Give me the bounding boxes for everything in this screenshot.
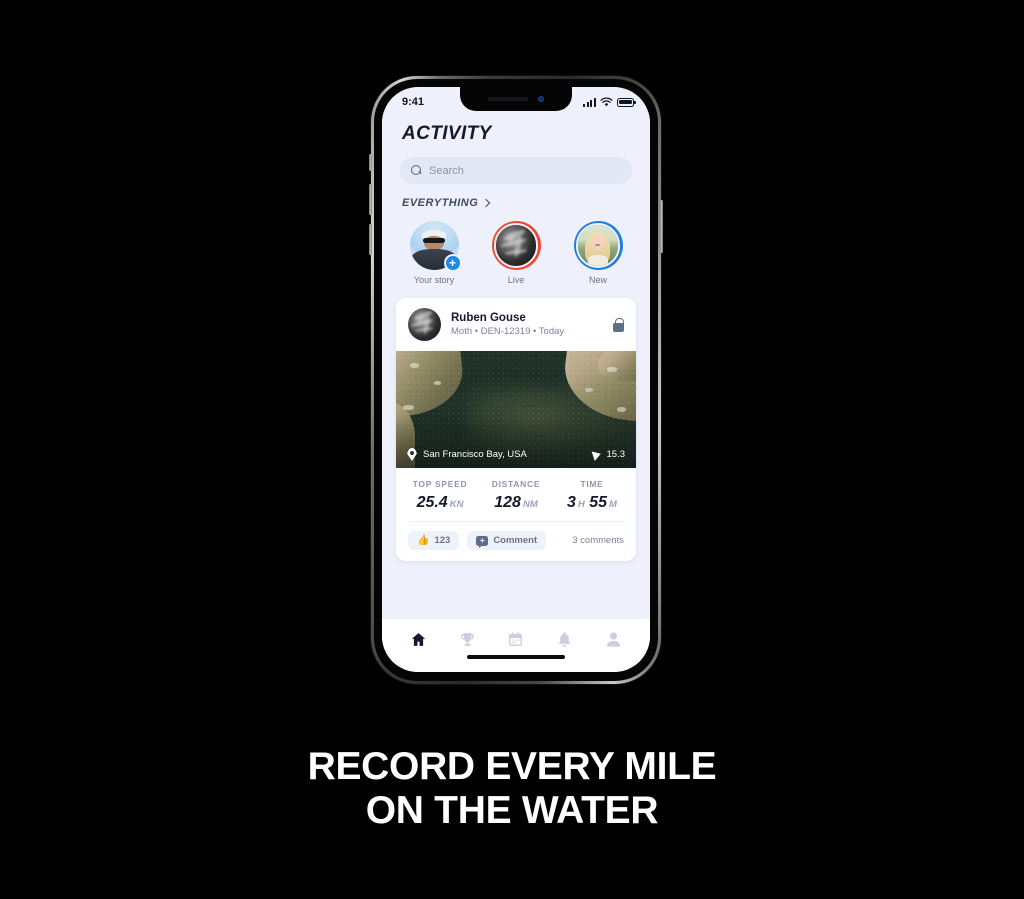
person-icon bbox=[607, 631, 620, 647]
volume-down-button[interactable] bbox=[369, 224, 372, 255]
stories-row: + Your story Live New bbox=[382, 209, 650, 285]
cellular-bars-icon bbox=[583, 97, 596, 107]
poster-headline: RECORD EVERY MILE ON THE WATER bbox=[0, 745, 1024, 832]
stat-distance: DISTANCE 128 NM bbox=[478, 479, 554, 512]
phone-bezel: 9:41 ACTIVITY Search EVERYTHING + Your s… bbox=[374, 79, 658, 681]
calendar-icon bbox=[509, 631, 523, 646]
stat-unit-minutes: M bbox=[609, 499, 617, 510]
stat-top-speed: TOP SPEED 25.4 KN bbox=[402, 479, 478, 512]
power-button[interactable] bbox=[660, 200, 663, 253]
home-indicator[interactable] bbox=[382, 655, 650, 672]
phone-screen: 9:41 ACTIVITY Search EVERYTHING + Your s… bbox=[382, 87, 650, 672]
stat-time: TIME 3H 55 M bbox=[554, 479, 630, 512]
stat-label: TIME bbox=[580, 479, 604, 489]
headline-line-1: RECORD EVERY MILE bbox=[307, 745, 717, 788]
search-icon bbox=[411, 165, 422, 176]
trophy-icon bbox=[460, 632, 474, 646]
comments-count[interactable]: 3 comments bbox=[572, 535, 624, 546]
story-label: Your story bbox=[413, 275, 455, 285]
post-meta: Moth • DEN-12319 • Today bbox=[451, 326, 565, 337]
tab-notifications[interactable] bbox=[554, 629, 576, 649]
bell-icon bbox=[559, 631, 571, 647]
stat-unit-hours: H bbox=[577, 499, 585, 510]
comment-bubble-icon: + bbox=[476, 535, 489, 549]
search-input[interactable]: Search bbox=[400, 157, 632, 184]
story-ring: + bbox=[409, 221, 462, 272]
map-overlay-bar: San Francisco Bay, USA 15.3 bbox=[396, 448, 636, 461]
story-item-new[interactable]: New bbox=[570, 221, 626, 285]
sail-triangle-icon bbox=[591, 448, 602, 461]
section-header-everything[interactable]: EVERYTHING bbox=[382, 184, 650, 209]
tab-trophy[interactable] bbox=[456, 629, 478, 649]
map-speed-value: 15.3 bbox=[606, 449, 626, 460]
post-author-name: Ruben Gouse bbox=[451, 312, 526, 324]
page-title: ACTIVITY bbox=[402, 123, 492, 144]
stat-unit: KN bbox=[449, 499, 464, 510]
story-label: New bbox=[588, 275, 607, 285]
mute-switch[interactable] bbox=[369, 154, 372, 171]
comment-label: Comment bbox=[493, 535, 538, 546]
lock-icon bbox=[613, 317, 624, 332]
avatar bbox=[575, 223, 621, 268]
phone-mockup: 9:41 ACTIVITY Search EVERYTHING + Your s… bbox=[369, 76, 663, 684]
post-author-block: Ruben Gouse Moth • DEN-12319 • Today bbox=[451, 312, 603, 337]
stat-value-minutes: 55 bbox=[589, 494, 608, 511]
status-bar: 9:41 bbox=[382, 87, 650, 113]
status-indicators bbox=[583, 97, 636, 107]
map-location-label: San Francisco Bay, USA bbox=[423, 449, 527, 460]
home-icon bbox=[411, 632, 426, 646]
post-header: Ruben Gouse Moth • DEN-12319 • Today bbox=[396, 298, 636, 351]
stat-unit: NM bbox=[522, 499, 538, 510]
app-content: ACTIVITY Search EVERYTHING + Your story … bbox=[382, 113, 650, 672]
story-label: Live bbox=[507, 275, 525, 285]
tab-home[interactable] bbox=[407, 629, 429, 649]
story-ring bbox=[491, 221, 541, 270]
stat-value-hours: 3 bbox=[567, 494, 576, 511]
story-item-live[interactable]: Live bbox=[488, 221, 544, 285]
tab-calendar[interactable] bbox=[505, 629, 527, 649]
bottom-tab-bar bbox=[382, 619, 650, 655]
stat-label: TOP SPEED bbox=[412, 479, 468, 489]
activity-post-card[interactable]: Ruben Gouse Moth • DEN-12319 • Today San… bbox=[396, 298, 636, 561]
map-pin-icon bbox=[407, 448, 417, 461]
poster-canvas: 9:41 ACTIVITY Search EVERYTHING + Your s… bbox=[0, 0, 1024, 899]
add-story-badge[interactable]: + bbox=[443, 254, 462, 272]
headline-line-2: ON THE WATER bbox=[365, 788, 659, 832]
comment-button[interactable]: + Comment bbox=[467, 531, 547, 550]
thumbs-up-icon: 👍 bbox=[417, 535, 430, 546]
chevron-right-icon bbox=[482, 198, 491, 208]
section-label: EVERYTHING bbox=[402, 197, 479, 209]
stat-label: DISTANCE bbox=[491, 479, 541, 489]
post-actions-row: 👍 123 + Comment 3 comments bbox=[396, 522, 636, 561]
stat-value: 128 bbox=[494, 494, 521, 511]
tab-profile[interactable] bbox=[603, 629, 625, 649]
like-button[interactable]: 👍 123 bbox=[408, 531, 460, 550]
post-stats-row: TOP SPEED 25.4 KN DISTANCE 128 NM TIME 3H … bbox=[396, 468, 636, 521]
avatar bbox=[493, 223, 539, 268]
story-item-your-story[interactable]: + Your story bbox=[406, 221, 462, 285]
avatar[interactable] bbox=[408, 308, 441, 341]
volume-up-button[interactable] bbox=[369, 184, 372, 215]
search-placeholder: Search bbox=[429, 164, 464, 177]
like-count: 123 bbox=[434, 535, 451, 546]
battery-icon bbox=[617, 97, 636, 107]
status-time: 9:41 bbox=[402, 96, 425, 108]
stat-value: 25.4 bbox=[416, 494, 448, 511]
wifi-icon bbox=[600, 97, 613, 107]
post-map-image[interactable]: San Francisco Bay, USA 15.3 bbox=[396, 351, 636, 468]
story-ring bbox=[573, 221, 623, 270]
